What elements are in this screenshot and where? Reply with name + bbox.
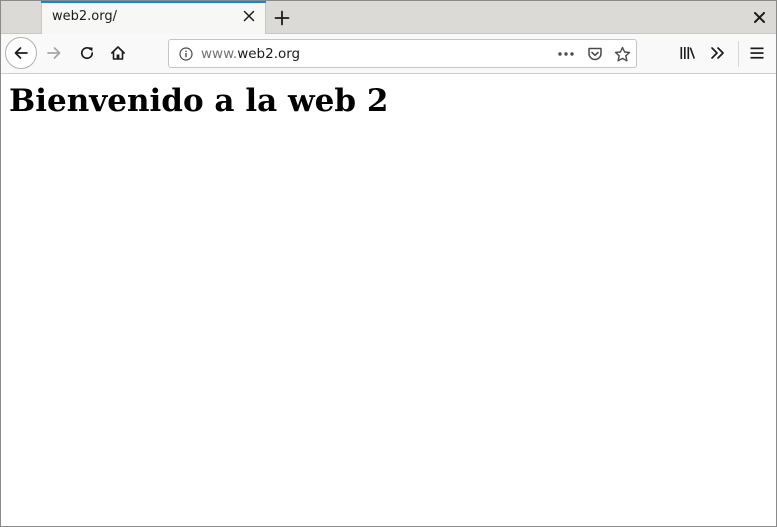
forward-button[interactable]	[43, 42, 65, 64]
star-icon	[614, 46, 631, 63]
pocket-icon	[587, 46, 603, 62]
page-actions-button[interactable]	[556, 44, 576, 64]
pocket-button[interactable]	[585, 44, 605, 64]
overflow-menu-button[interactable]	[707, 42, 729, 64]
reload-icon	[79, 45, 95, 61]
page-heading: Bienvenido a la web 2	[9, 83, 389, 119]
new-tab-button[interactable]	[271, 7, 293, 29]
back-arrow-icon	[13, 45, 29, 61]
url-domain: web2.org	[237, 46, 301, 62]
main-menu-button[interactable]	[746, 42, 768, 64]
chevron-double-right-icon	[710, 46, 726, 60]
back-button[interactable]	[5, 37, 37, 69]
library-icon	[679, 45, 696, 61]
tab-close-icon[interactable]	[241, 8, 257, 24]
tab-active-indicator	[41, 1, 266, 3]
url-prefix: www.	[201, 46, 238, 62]
tab-title: web2.org/	[52, 9, 117, 24]
bookmark-button[interactable]	[612, 44, 632, 64]
browser-window: web2.org/ www.web2.org Bienvenido a la w…	[0, 0, 777, 527]
home-icon	[110, 45, 126, 61]
more-horizontal-icon	[558, 52, 574, 56]
url-text[interactable]: www.web2.org	[201, 46, 300, 62]
plus-icon	[274, 10, 290, 26]
close-window-icon[interactable]	[752, 10, 766, 24]
toolbar-separator	[738, 41, 739, 67]
hamburger-menu-icon	[750, 47, 764, 59]
reload-button[interactable]	[76, 42, 98, 64]
tab-active[interactable]: web2.org/	[41, 1, 266, 34]
forward-arrow-icon	[46, 45, 62, 61]
info-icon[interactable]	[178, 46, 193, 61]
address-bar[interactable]: www.web2.org	[168, 39, 637, 68]
page-content: Bienvenido a la web 2	[1, 74, 776, 526]
navigation-toolbar: www.web2.org	[1, 34, 776, 74]
tab-strip: web2.org/	[1, 1, 776, 34]
home-button[interactable]	[107, 42, 129, 64]
library-button[interactable]	[676, 42, 698, 64]
